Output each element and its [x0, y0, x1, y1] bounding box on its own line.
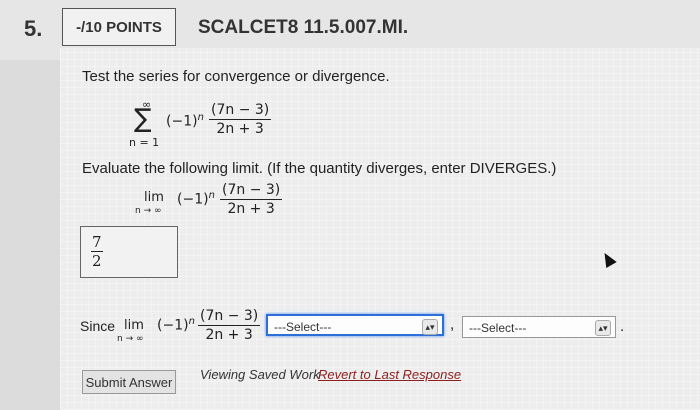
- revert-link[interactable]: Revert to Last Response: [318, 367, 461, 382]
- sigma-symbol: ∑: [134, 104, 152, 134]
- since-label: Since: [80, 318, 116, 334]
- series-fraction: (7n − 3) 2n + 3: [209, 102, 272, 137]
- period-text: .: [620, 318, 625, 335]
- limit-fraction: (7n − 3) 2n + 3: [220, 182, 283, 217]
- series-term-base: (−1)n: [166, 112, 204, 130]
- question-number: 5.: [24, 16, 43, 41]
- series-numerator: (7n − 3): [209, 102, 272, 120]
- since-lim-subscript: n → ∞: [117, 334, 144, 344]
- sigma-lower-limit: n = 1: [129, 136, 160, 149]
- select-2-value: ---Select---: [469, 321, 527, 335]
- convergence-select-1[interactable]: ---Select--- ▴▾: [266, 314, 444, 336]
- answer-denominator: 2: [92, 252, 102, 270]
- limit-term-base: (−1)n: [177, 190, 215, 208]
- answer-numerator: 7: [91, 233, 103, 252]
- viewing-saved-work-text: Viewing Saved Work: [200, 367, 320, 382]
- answer-input[interactable]: 7 2: [80, 226, 178, 278]
- answer-fraction: 7 2: [91, 233, 103, 270]
- limit-numerator: (7n − 3): [220, 182, 283, 200]
- lim-subscript: n → ∞: [135, 206, 162, 216]
- select-arrows-icon: ▴▾: [422, 319, 438, 335]
- since-numerator: (7n − 3): [198, 308, 261, 326]
- convergence-select-2[interactable]: ---Select--- ▴▾: [462, 316, 616, 338]
- instruction-text: Test the series for convergence or diver…: [82, 68, 390, 85]
- limit-denominator: 2n + 3: [227, 201, 275, 217]
- select-1-value: ---Select---: [274, 320, 332, 334]
- series-denominator: 2n + 3: [216, 121, 264, 137]
- submit-answer-button[interactable]: Submit Answer: [82, 370, 176, 394]
- since-denominator: 2n + 3: [205, 327, 253, 343]
- limit-instruction: Evaluate the following limit. (If the qu…: [82, 160, 557, 177]
- problem-code: SCALCET8 11.5.007.MI.: [198, 17, 409, 38]
- since-term-base: (−1)n: [157, 316, 195, 334]
- comma-text: ,: [450, 316, 455, 333]
- lim-label: lim: [144, 190, 164, 205]
- select-arrows-icon: ▴▾: [595, 320, 611, 336]
- since-fraction: (7n − 3) 2n + 3: [198, 308, 261, 343]
- since-lim-label: lim: [124, 318, 144, 333]
- points-box: -/10 POINTS: [62, 8, 176, 46]
